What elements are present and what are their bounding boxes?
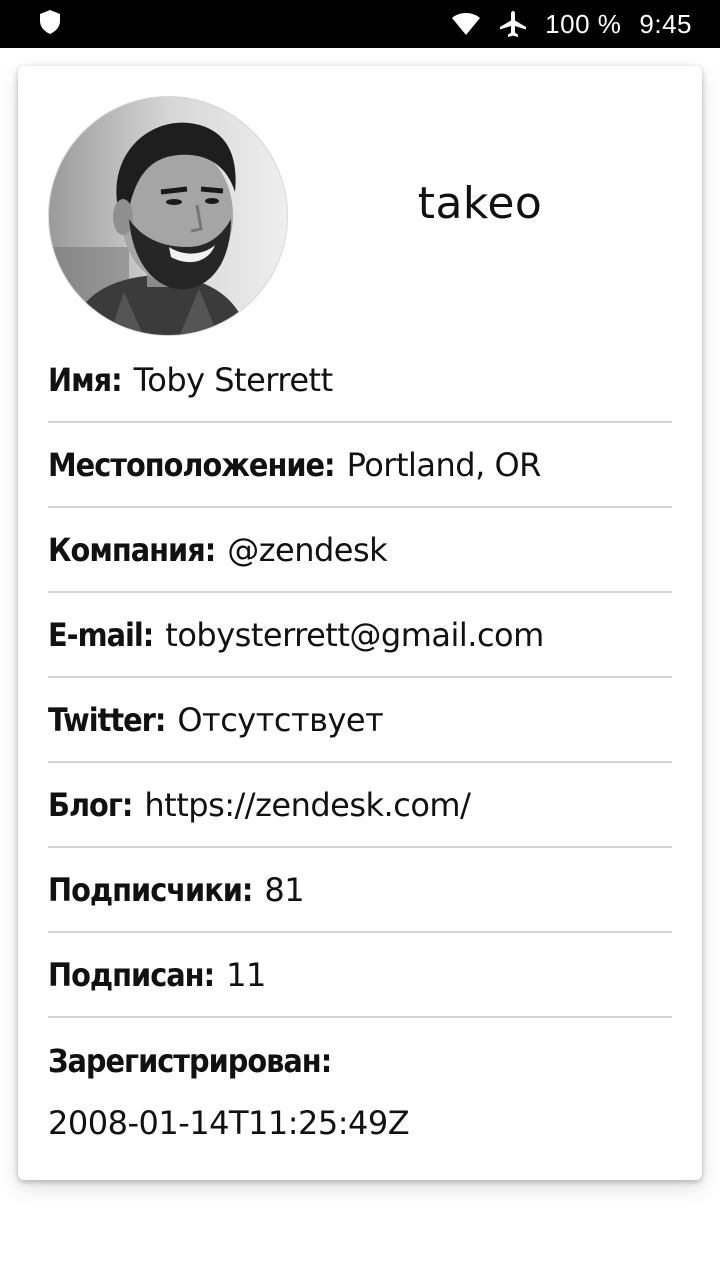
airplane-icon	[499, 10, 527, 38]
field-label: Подписан:	[48, 955, 215, 994]
username: takeo	[417, 178, 543, 229]
field-label: Блог:	[48, 785, 133, 824]
wifi-icon	[451, 12, 481, 36]
status-bar: 100 % 9:45	[0, 0, 720, 48]
field-name: Имя: Toby Sterrett	[48, 338, 672, 423]
field-value: Portland, OR	[346, 445, 542, 484]
field-value: 2008-01-14T11:25:49Z	[48, 1104, 410, 1142]
field-blog: Блог: https://zendesk.com/	[48, 763, 672, 848]
field-twitter: Twitter: Отсутствует	[48, 678, 672, 763]
field-label: E-mail:	[48, 615, 154, 654]
field-label: Компания:	[48, 530, 216, 569]
field-value: 11	[226, 955, 266, 994]
profile-header: takeo	[18, 66, 702, 338]
field-value: Отсутствует	[177, 700, 384, 739]
profile-card: takeo Имя: Toby Sterrett Местоположение:…	[18, 66, 702, 1180]
field-label: Подписчики:	[48, 870, 253, 909]
field-label: Местоположение:	[48, 445, 336, 484]
field-value: 81	[264, 870, 305, 909]
avatar	[48, 96, 288, 336]
field-label: Зарегистрирован:	[48, 1042, 332, 1080]
field-following: Подписан: 11	[48, 933, 672, 1018]
field-registered: Зарегистрирован: 2008-01-14T11:25:49Z	[48, 1018, 672, 1142]
blog-link[interactable]: https://zendesk.com/	[144, 786, 470, 824]
field-location: Местоположение: Portland, OR	[48, 423, 672, 508]
profile-fields: Имя: Toby Sterrett Местоположение: Portl…	[48, 338, 672, 1142]
clock: 9:45	[639, 8, 692, 39]
email-link[interactable]: tobysterrett@gmail.com	[165, 616, 544, 654]
field-value: Toby Sterrett	[133, 360, 333, 399]
field-label: Twitter:	[48, 700, 166, 739]
field-followers: Подписчики: 81	[48, 848, 672, 933]
battery-level: 100 %	[545, 8, 622, 39]
field-value: @zendesk	[227, 530, 388, 569]
field-company: Компания: @zendesk	[48, 508, 672, 593]
field-label: Имя:	[48, 360, 123, 399]
shield-icon	[38, 9, 62, 39]
field-email: E-mail: tobysterrett@gmail.com	[48, 593, 672, 678]
